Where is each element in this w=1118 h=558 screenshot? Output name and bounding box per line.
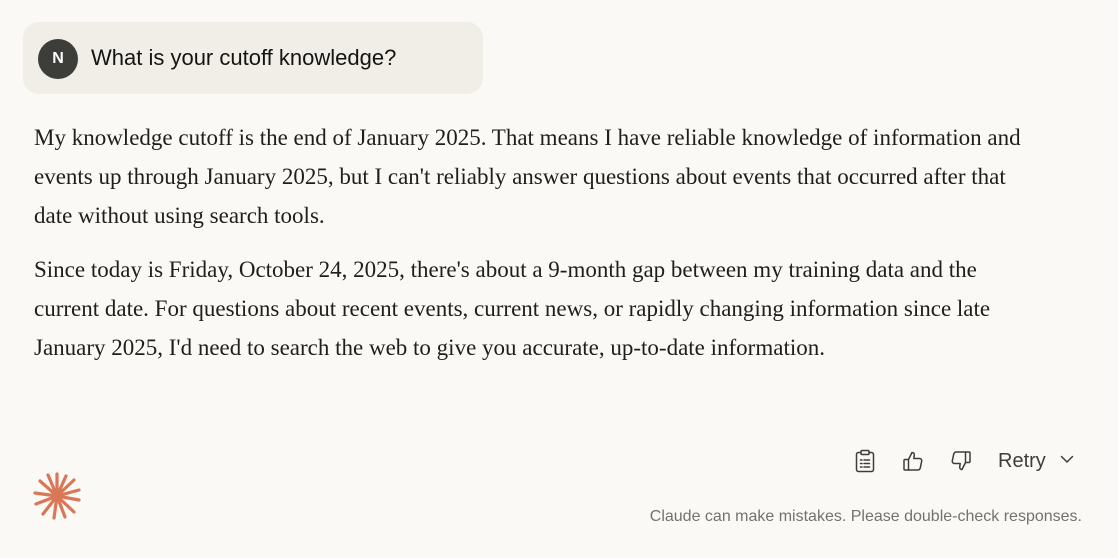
claude-logo-icon xyxy=(32,471,82,521)
disclaimer-text: Claude can make mistakes. Please double-… xyxy=(649,508,1082,525)
chevron-down-icon[interactable] xyxy=(1058,450,1076,473)
user-message-text: What is your cutoff knowledge? xyxy=(91,45,397,70)
thumbs-down-button[interactable] xyxy=(944,444,978,478)
assistant-response: My knowledge cutoff is the end of Januar… xyxy=(34,118,1044,367)
user-avatar[interactable]: N xyxy=(38,39,78,79)
user-message-bubble: N What is your cutoff knowledge? xyxy=(23,22,483,94)
thumbs-up-icon xyxy=(901,449,925,473)
message-actions: Retry xyxy=(848,444,1080,478)
clipboard-icon xyxy=(854,449,876,473)
thumbs-up-button[interactable] xyxy=(896,444,930,478)
thumbs-down-icon xyxy=(949,449,973,473)
retry-button[interactable]: Retry xyxy=(994,444,1080,478)
response-paragraph: My knowledge cutoff is the end of Januar… xyxy=(34,125,1021,228)
response-paragraph: Since today is Friday, October 24, 2025,… xyxy=(34,257,991,360)
copy-button[interactable] xyxy=(848,444,882,478)
retry-label: Retry xyxy=(998,449,1046,472)
